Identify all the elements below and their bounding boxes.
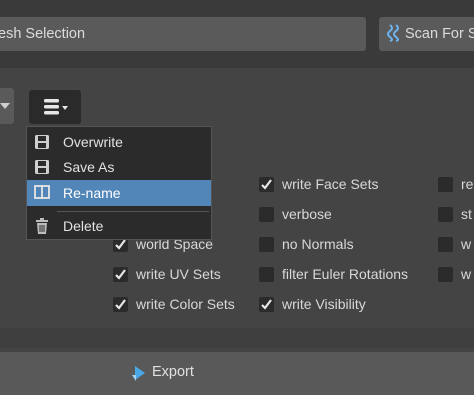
list-icon (44, 99, 68, 115)
menu-item-delete[interactable]: Delete (27, 214, 211, 238)
col3-label-1: re (461, 176, 474, 192)
preset-dropdown-menu: Overwrite Save As Re-name Delete (26, 126, 212, 240)
col3-label-4: w (461, 266, 472, 282)
col3-checkbox-1[interactable] (438, 177, 453, 192)
verbose-checkbox[interactable] (259, 207, 274, 222)
write-uv-sets-checkbox[interactable] (113, 267, 128, 282)
write-face-sets-checkbox[interactable] (259, 177, 274, 192)
preset-menu-button[interactable] (29, 90, 81, 124)
rename-icon (34, 185, 50, 199)
col3-checkbox-4[interactable] (438, 267, 453, 282)
bottom-divider-strip (0, 328, 474, 348)
col3-checkbox-2[interactable] (438, 207, 453, 222)
save-as-icon (35, 160, 49, 174)
col3-checkbox-3[interactable] (438, 237, 453, 252)
check-icon (115, 269, 126, 280)
menu-item-rename[interactable]: Re-name (27, 180, 211, 206)
mesh-selection-button[interactable]: esh Selection (0, 17, 366, 51)
no-normals-checkbox[interactable] (259, 237, 274, 252)
export-icon (132, 366, 145, 381)
write-visibility-label: write Visibility (282, 296, 366, 312)
export-label: Export (152, 364, 194, 380)
filter-euler-rotations-label: filter Euler Rotations (282, 266, 409, 282)
menu-item-label: Overwrite (63, 134, 123, 150)
write-color-sets-checkbox[interactable] (113, 297, 128, 312)
col3-label-2: st (461, 206, 472, 222)
left-dropdown[interactable] (0, 88, 14, 124)
mesh-selection-label: esh Selection (0, 26, 86, 42)
menu-item-overwrite[interactable]: Overwrite (27, 130, 211, 154)
menu-item-save-as[interactable]: Save As (27, 155, 211, 179)
no-normals-label: no Normals (282, 236, 354, 252)
check-icon (261, 179, 272, 190)
menu-item-label: Delete (63, 218, 104, 234)
menu-item-label: Save As (63, 159, 115, 175)
col3-label-3: w (461, 236, 472, 252)
menu-item-label: Re-name (63, 185, 121, 201)
menu-divider (57, 211, 209, 212)
write-face-sets-label: write Face Sets (282, 176, 379, 192)
check-icon (261, 299, 272, 310)
export-button[interactable]: Export (0, 352, 474, 395)
filter-euler-rotations-checkbox[interactable] (259, 267, 274, 282)
write-visibility-checkbox[interactable] (259, 297, 274, 312)
write-color-sets-label: write Color Sets (136, 296, 235, 312)
chevron-down-icon (0, 103, 10, 109)
scan-icon (387, 23, 399, 45)
write-uv-sets-label: write UV Sets (136, 266, 221, 282)
scan-label: Scan For S (405, 26, 474, 42)
verbose-label: verbose (282, 206, 332, 222)
trash-icon (36, 218, 48, 234)
scan-button[interactable]: Scan For S (379, 17, 474, 51)
check-icon (115, 299, 126, 310)
save-icon (35, 135, 49, 149)
